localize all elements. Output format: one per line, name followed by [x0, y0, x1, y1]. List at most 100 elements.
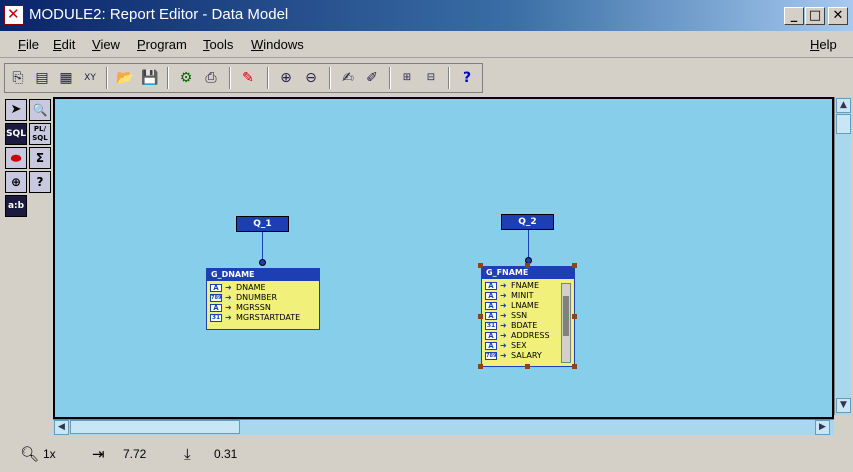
toolbar-separator	[389, 67, 391, 89]
menu-view[interactable]: View	[92, 37, 120, 52]
arrow-icon: ➜	[500, 331, 507, 340]
date-type-icon: 31	[485, 322, 497, 330]
menu-file[interactable]: File	[18, 37, 39, 52]
char-type-icon: A	[485, 302, 497, 310]
collapse-icon[interactable]: ⊟	[420, 67, 442, 89]
placeholder-tool-icon[interactable]: ?	[29, 171, 51, 193]
help-icon[interactable]: ?	[456, 67, 478, 89]
cross-product-tool[interactable]: a:b	[5, 195, 27, 217]
minimize-button[interactable]: _	[784, 7, 804, 25]
app-icon	[4, 5, 24, 25]
toolbar-separator	[448, 67, 450, 89]
zoom-out-icon[interactable]: ⊖	[300, 67, 322, 89]
column-row[interactable]: 31 ➜ MGRSTARTDATE	[207, 313, 319, 323]
save-icon[interactable]: 💾	[139, 67, 161, 89]
scroll-up-button[interactable]: ▲	[836, 98, 851, 113]
parameter-form-icon[interactable]: XY	[79, 67, 101, 89]
formula-tool-icon[interactable]: ⊕	[5, 171, 27, 193]
report-wizard-icon[interactable]: ⎘	[7, 67, 29, 89]
magnify-icon: 🔍︎	[20, 445, 40, 463]
char-type-icon: A	[210, 284, 222, 292]
sql-query-tool[interactable]: SQL	[5, 123, 27, 145]
select-tool-icon[interactable]: ➤	[5, 99, 27, 121]
print-icon[interactable]: ⎙	[200, 67, 222, 89]
scroll-right-button[interactable]: ▶	[815, 420, 830, 435]
arrow-icon: ➜	[500, 341, 507, 350]
group-g-fname[interactable]: G_FNAME A ➜ FNAME A ➜ MINIT A ➜ LNAME A ➜ SSN 31…	[481, 266, 575, 367]
magnify-tool-icon[interactable]: 🔍	[29, 99, 51, 121]
menu-edit[interactable]: Edit	[53, 37, 75, 52]
scroll-left-button[interactable]: ◀	[54, 420, 69, 435]
window-title: MODULE2: Report Editor - Data Model	[29, 6, 289, 23]
arrow-icon: ➜	[500, 291, 507, 300]
group-anchor[interactable]	[259, 259, 266, 266]
toolbar-separator	[106, 67, 108, 89]
vertical-position-icon: ⤓	[184, 445, 191, 463]
arrow-icon: ➜	[500, 311, 507, 320]
y-position: 0.31	[214, 447, 238, 461]
arrow-icon: ➜	[225, 313, 232, 322]
zoom-in-icon[interactable]: ⊕	[275, 67, 297, 89]
selection-handle[interactable]	[572, 314, 577, 319]
horizontal-scrollbar[interactable]: ◀ ▶	[53, 419, 834, 435]
menu-program[interactable]: Program	[137, 37, 187, 52]
selection-handle[interactable]	[572, 364, 577, 369]
close-button[interactable]: ✕	[828, 7, 848, 25]
link-tool-icon[interactable]: ⬬	[5, 147, 27, 169]
column-row[interactable]: A ➜ MGRSSN	[207, 303, 319, 313]
selection-handle[interactable]	[525, 364, 530, 369]
open-icon[interactable]: 📂	[114, 67, 136, 89]
selection-handle[interactable]	[572, 263, 577, 268]
plsql-query-tool[interactable]: PL/ SQL	[29, 123, 51, 145]
x-position: 7.72	[123, 447, 147, 461]
char-type-icon: A	[210, 304, 222, 312]
arrow-icon: ➜	[225, 283, 232, 292]
title-bar[interactable]: MODULE2: Report Editor - Data Model _ □ …	[0, 0, 853, 31]
report-editor-window: MODULE2: Report Editor - Data Model _ □ …	[0, 0, 853, 472]
menu-windows[interactable]: Windows	[251, 37, 304, 52]
toolbar-separator	[329, 67, 331, 89]
query-q2[interactable]: Q_2	[501, 214, 554, 230]
selection-handle[interactable]	[525, 263, 530, 268]
menu-help[interactable]: Help	[810, 37, 837, 52]
number-type-icon: 789	[485, 352, 497, 360]
selection-handle[interactable]	[478, 314, 483, 319]
arrow-icon: ➜	[225, 293, 232, 302]
group-header: G_DNAME	[207, 269, 319, 281]
column-row[interactable]: A ➜ DNAME	[207, 283, 319, 293]
scroll-down-button[interactable]: ▼	[836, 398, 851, 413]
char-type-icon: A	[485, 312, 497, 320]
vertical-scrollbar[interactable]: ▲ ▼	[834, 97, 851, 415]
expand-icon[interactable]: ⊞	[396, 67, 418, 89]
maximize-button[interactable]: □	[805, 7, 825, 25]
horizontal-scroll-thumb[interactable]	[70, 420, 240, 434]
arrow-icon: ➜	[500, 281, 507, 290]
run-icon[interactable]: ⚙	[175, 67, 197, 89]
group-scroll-thumb[interactable]	[563, 296, 569, 336]
arrow-icon: ➜	[500, 351, 507, 360]
group-scrollbar[interactable]	[561, 283, 571, 363]
char-type-icon: A	[485, 332, 497, 340]
eraser-icon[interactable]: ✎	[237, 67, 259, 89]
property-icon[interactable]: ✐	[361, 67, 383, 89]
data-model-icon[interactable]: ▤	[31, 67, 53, 89]
column-row[interactable]: 789 ➜ DNUMBER	[207, 293, 319, 303]
tool-palette: ➤ 🔍 SQL PL/ SQL ⬬ Σ ⊕ ? a:b	[4, 99, 54, 217]
summary-tool-icon[interactable]: Σ	[29, 147, 51, 169]
char-type-icon: A	[485, 342, 497, 350]
toolbar: ⎘ ▤ ▦ XY 📂 💾 ⚙ ⎙ ✎ ⊕ ⊖ ✍ ✐ ⊞ ⊟ ?	[4, 63, 483, 93]
selection-handle[interactable]	[478, 263, 483, 268]
group-g-dname[interactable]: G_DNAME A ➜ DNAME 789 ➜ DNUMBER A ➜ MGRS…	[206, 268, 320, 330]
horizontal-position-icon: ⇥	[92, 445, 105, 463]
menu-tools[interactable]: Tools	[203, 37, 233, 52]
edit-icon[interactable]: ✍	[337, 67, 359, 89]
arrow-icon: ➜	[500, 321, 507, 330]
layout-icon[interactable]: ▦	[55, 67, 77, 89]
selection-handle[interactable]	[478, 364, 483, 369]
toolbar-separator	[229, 67, 231, 89]
char-type-icon: A	[485, 282, 497, 290]
data-model-canvas[interactable]: Q_1 G_DNAME A ➜ DNAME 789 ➜ DNUMBER A ➜	[53, 97, 834, 419]
date-type-icon: 31	[210, 314, 222, 322]
query-q1[interactable]: Q_1	[236, 216, 289, 232]
vertical-scroll-thumb[interactable]	[836, 114, 851, 134]
